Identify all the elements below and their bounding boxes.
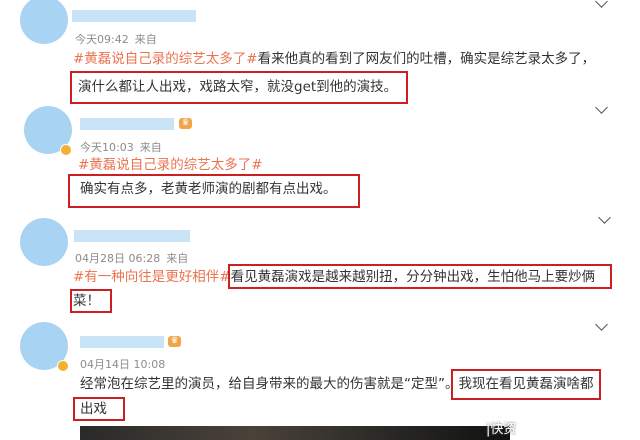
highlight-box <box>451 369 601 400</box>
watermark: |快资 <box>486 422 517 437</box>
username[interactable] <box>80 336 164 348</box>
comment-4: ♛ 04月14日 10:08 经常泡在综艺里的演员，给自身带来的最大的伤害就是“… <box>0 0 640 440</box>
comment-meta: 04月14日 10:08 <box>80 356 165 372</box>
image-thumbnail[interactable] <box>80 426 510 440</box>
verified-badge-icon <box>57 360 69 372</box>
member-badge-icon: ♛ <box>168 336 181 347</box>
highlight-box <box>73 397 125 421</box>
chevron-down-icon[interactable] <box>595 318 608 331</box>
timestamp: 04月14日 10:08 <box>80 358 166 371</box>
